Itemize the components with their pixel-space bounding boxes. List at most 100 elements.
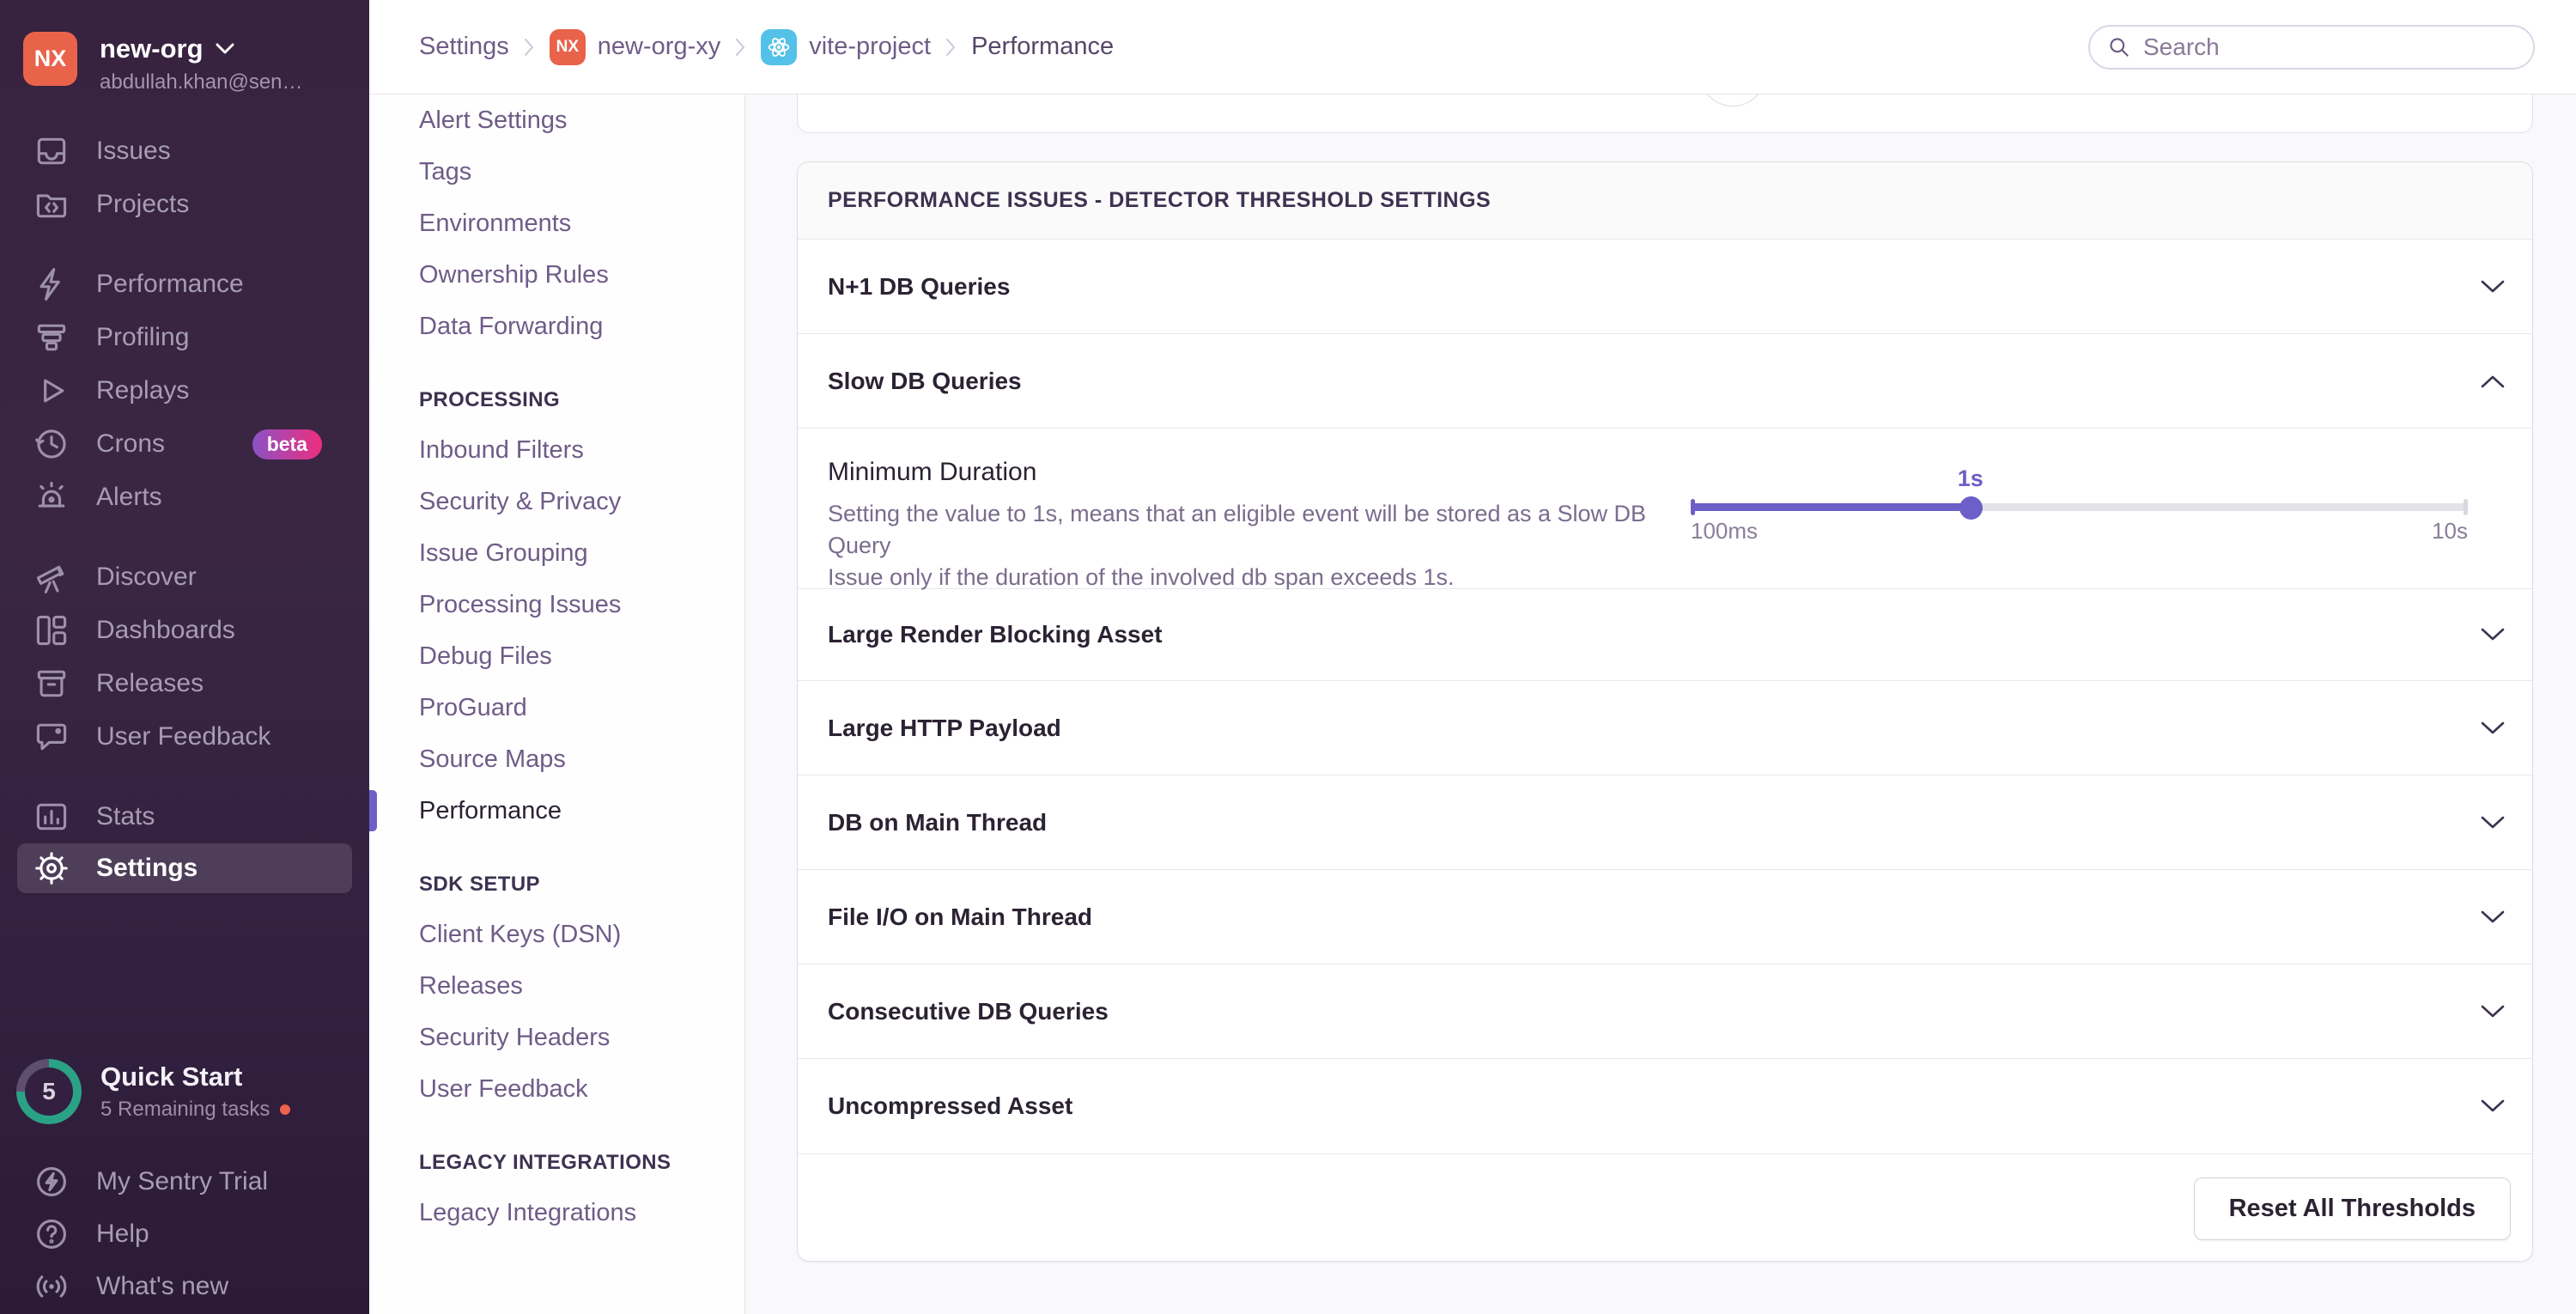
- sidebar-item-help[interactable]: Help: [0, 1208, 369, 1260]
- siren-icon: [38, 481, 65, 508]
- quick-start-widget[interactable]: 5 Quick Start 5 Remaining tasks: [16, 1059, 291, 1124]
- slider-fill: [1691, 503, 1971, 511]
- sidebar-item-profiling[interactable]: Profiling: [0, 311, 369, 364]
- org-meta: new-org abdullah.khan@sen…: [100, 32, 303, 94]
- breadcrumb-org[interactable]: NX new-org-xy: [549, 28, 721, 65]
- slider-track[interactable]: 1s 100ms 10s: [1691, 465, 2468, 544]
- settings-nav-releases[interactable]: Releases: [369, 960, 744, 1012]
- breadcrumb-settings[interactable]: Settings: [419, 33, 509, 61]
- sidebar-item-stats[interactable]: Stats: [0, 790, 369, 843]
- search-input[interactable]: [2142, 32, 2516, 62]
- sidebar-item-user-feedback[interactable]: User Feedback: [0, 710, 369, 763]
- chevron-down-icon[interactable]: [2479, 1098, 2506, 1115]
- sidebar-item-crons[interactable]: Crons beta: [0, 417, 369, 471]
- sidebar-item-my-sentry-trial[interactable]: My Sentry Trial: [0, 1155, 369, 1208]
- sidebar-item-replays[interactable]: Replays: [0, 364, 369, 417]
- chevron-up-icon[interactable]: [2479, 373, 2506, 390]
- chevron-down-icon[interactable]: [2479, 1003, 2506, 1020]
- sidebar-item-label: Alerts: [96, 483, 162, 511]
- chevron-down-icon[interactable]: [2479, 720, 2506, 737]
- settings-nav-data-forwarding[interactable]: Data Forwarding: [369, 301, 744, 352]
- code-folder-icon: [36, 194, 67, 218]
- breadcrumb-org-label: new-org-xy: [597, 33, 721, 60]
- accordion-row-large-render[interactable]: Large Render Blocking Asset: [798, 589, 2532, 681]
- settings-nav-source-maps[interactable]: Source Maps: [369, 733, 744, 785]
- slider-value: 1s: [1957, 465, 1984, 491]
- settings-nav-heading-sdk-setup: SDK SETUP: [419, 873, 540, 896]
- accordion-row-uncompressed[interactable]: Uncompressed Asset: [798, 1059, 2532, 1154]
- org-avatar-small: NX: [549, 28, 586, 65]
- org-email: abdullah.khan@sen…: [100, 70, 303, 94]
- chevron-down-icon[interactable]: [2479, 626, 2506, 643]
- quick-start-progress-ring: 5: [16, 1059, 82, 1124]
- quick-start-count: 5: [42, 1078, 56, 1104]
- settings-nav-performance[interactable]: Performance: [369, 785, 744, 836]
- chevron-down-icon[interactable]: [2479, 814, 2506, 831]
- panel-footer: Reset All Thresholds: [798, 1154, 2532, 1262]
- breadcrumb-project-label: vite-project: [809, 33, 932, 60]
- app-root: NX new-org abdullah.khan@sen… Issues Pro…: [0, 0, 2576, 1314]
- sidebar-item-discover[interactable]: Discover: [0, 551, 369, 604]
- feedback-bubble-icon: [36, 723, 67, 751]
- settings-nav-proguard[interactable]: ProGuard: [369, 682, 744, 733]
- previous-panel-bottom: [797, 94, 2533, 133]
- chevron-right-icon: [735, 38, 746, 57]
- reset-all-thresholds-button[interactable]: Reset All Thresholds: [2193, 1177, 2511, 1240]
- lightning-icon: [39, 268, 60, 301]
- sidebar-item-dashboards[interactable]: Dashboards: [0, 604, 369, 657]
- settings-nav-debug-files[interactable]: Debug Files: [369, 630, 744, 682]
- lightning-circle-icon: [37, 1166, 66, 1196]
- settings-nav-tags[interactable]: Tags: [369, 146, 744, 198]
- settings-nav-legacy-integrations[interactable]: Legacy Integrations: [369, 1187, 744, 1238]
- settings-nav-environments[interactable]: Environments: [369, 198, 744, 249]
- settings-nav-security-privacy[interactable]: Security & Privacy: [369, 476, 744, 527]
- sidebar-item-releases[interactable]: Releases: [0, 657, 369, 710]
- sidebar-item-label: Profiling: [96, 323, 190, 351]
- sidebar-nav: Issues Projects Performance Profiling Re…: [0, 125, 369, 893]
- settings-nav-client-keys[interactable]: Client Keys (DSN): [369, 909, 744, 960]
- accordion-row-n-plus-one[interactable]: N+1 DB Queries: [798, 240, 2532, 334]
- sidebar-item-alerts[interactable]: Alerts: [0, 471, 369, 524]
- breadcrumb-page: Performance: [971, 33, 1115, 60]
- settings-nav-security-headers[interactable]: Security Headers: [369, 1012, 744, 1063]
- accordion-row-label: Large Render Blocking Asset: [828, 621, 1163, 648]
- sidebar-item-performance[interactable]: Performance: [0, 258, 369, 311]
- sidebar-item-label: Releases: [96, 669, 204, 697]
- settings-nav-processing-issues[interactable]: Processing Issues: [369, 579, 744, 630]
- chevron-down-icon[interactable]: [2479, 909, 2506, 926]
- accordion-row-file-io[interactable]: File I/O on Main Thread: [798, 870, 2532, 964]
- bar-chart-icon: [36, 803, 67, 830]
- search-box[interactable]: [2088, 24, 2535, 70]
- org-switcher[interactable]: NX new-org abdullah.khan@sen…: [0, 0, 369, 94]
- accordion-row-label: DB on Main Thread: [828, 808, 1048, 836]
- accordion-row-large-http[interactable]: Large HTTP Payload: [798, 681, 2532, 776]
- settings-nav-alert-settings[interactable]: Alert Settings: [369, 94, 744, 146]
- quick-start-subtitle: 5 Remaining tasks: [100, 1098, 270, 1121]
- sidebar-item-settings[interactable]: Settings: [17, 843, 352, 893]
- settings-nav-heading-processing: PROCESSING: [419, 388, 561, 411]
- accordion-row-db-main-thread[interactable]: DB on Main Thread: [798, 776, 2532, 870]
- slider-min-label: 100ms: [1691, 518, 1759, 544]
- sidebar-item-whats-new[interactable]: What's new: [0, 1260, 369, 1312]
- breadcrumb-project[interactable]: vite-project: [761, 28, 932, 65]
- settings-nav-issue-grouping[interactable]: Issue Grouping: [369, 527, 744, 579]
- sidebar-item-label: Help: [96, 1219, 149, 1248]
- settings-nav-ownership-rules[interactable]: Ownership Rules: [369, 249, 744, 301]
- sidebar-item-label: Crons: [96, 429, 166, 458]
- search-icon: [2110, 38, 2129, 57]
- settings-nav-inbound-filters[interactable]: Inbound Filters: [369, 424, 744, 476]
- description-line: Issue only if the duration of the involv…: [828, 564, 1455, 590]
- main-content: PERFORMANCE ISSUES - DETECTOR THRESHOLD …: [745, 94, 2576, 1314]
- slider-handle[interactable]: [1959, 496, 1983, 520]
- settings-nav-user-feedback[interactable]: User Feedback: [369, 1063, 744, 1115]
- notification-dot: [280, 1104, 291, 1115]
- sidebar-item-projects[interactable]: Projects: [0, 178, 369, 231]
- sidebar-item-issues[interactable]: Issues: [0, 125, 369, 178]
- sidebar-item-label: Issues: [96, 137, 171, 165]
- chevron-down-icon[interactable]: [2479, 278, 2506, 295]
- sidebar: NX new-org abdullah.khan@sen… Issues Pro…: [0, 0, 369, 1314]
- accordion-row-label: Consecutive DB Queries: [828, 997, 1109, 1025]
- accordion-row-label: Slow DB Queries: [828, 367, 1022, 394]
- accordion-row-slow-db[interactable]: Slow DB Queries: [798, 334, 2532, 429]
- accordion-row-consecutive-db[interactable]: Consecutive DB Queries: [798, 964, 2532, 1059]
